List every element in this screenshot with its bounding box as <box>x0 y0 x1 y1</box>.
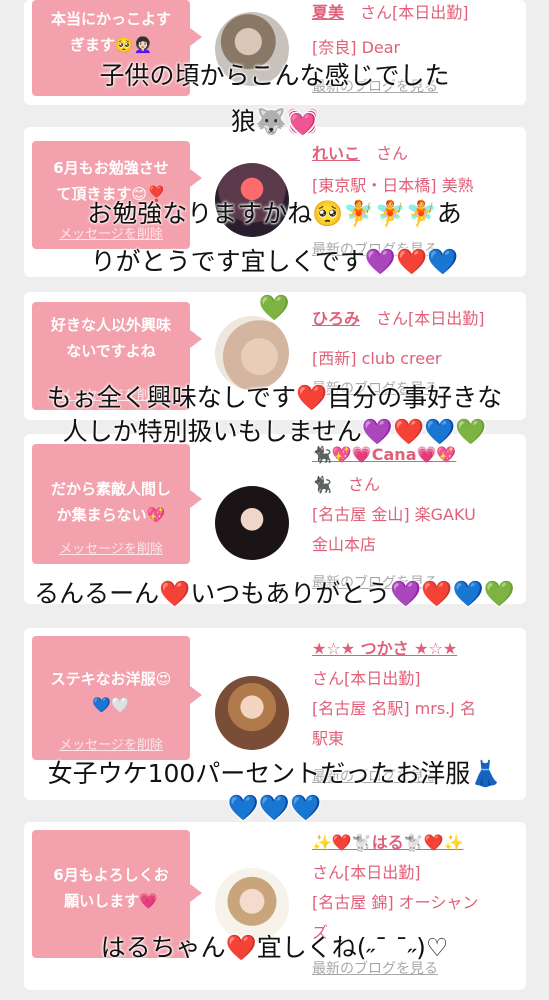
message-text: ステキなお洋服😍 💙🤍 <box>50 670 172 714</box>
reply-text: 狼🐺💓 <box>230 107 319 136</box>
bubble-tail <box>190 28 202 46</box>
avatar[interactable] <box>215 486 289 560</box>
message-bubble: 6月もお勉強させ て頂きます😊❣️ メッセージを削除 <box>32 141 202 249</box>
profile-info: れいこ さん [東京駅・日本橋] 美熟 <box>312 139 520 201</box>
san-label: さん <box>312 669 345 688</box>
area-label: [名古屋 名駅] mrs.J 名 駅東 <box>312 699 477 748</box>
bubble-tail <box>190 686 202 704</box>
avatar[interactable] <box>215 316 289 390</box>
reply-text: 人しか特別扱いもしません💜❤️💙💚 <box>62 417 487 446</box>
bubble-tail <box>190 169 202 187</box>
message-bubble: ステキなお洋服😍 💙🤍 メッセージを削除 <box>32 636 202 760</box>
san-label: さん <box>347 475 380 494</box>
reply-text: お勉強なりますかね🥺🧚🧚🧚あ <box>87 199 462 228</box>
status-label: [本日出勤] <box>392 3 469 22</box>
status-label: [本日出勤] <box>344 863 421 882</box>
san-label: さん <box>312 863 345 882</box>
reply-text: るんるーん❤️いつもありがとう💜❤️💙💚 <box>34 579 515 608</box>
message-text: 本当にかっこよす ぎます🥺👩🏻‍🦱 <box>50 10 171 54</box>
reply-text: りがとうです宜しくです💜❤️💙 <box>90 247 459 276</box>
bubble-tail <box>190 884 202 902</box>
delete-message-link[interactable]: メッセージを削除 <box>32 542 190 558</box>
area-label: [西新] club creer <box>312 349 442 368</box>
profile-name[interactable]: ✨❤️🐩はる🐩❤️✨ <box>312 833 464 852</box>
status-label: [本日出勤] <box>344 669 421 688</box>
avatar[interactable] <box>215 676 289 750</box>
bubble-tail <box>190 490 202 508</box>
reply-text: 女子ウケ100パーセントだったお洋服👗 <box>47 759 502 788</box>
reply-text: 💙💙💙 <box>227 793 322 822</box>
message-bubble: だから素敵人間し か集まらない💖 メッセージを削除 <box>32 444 202 564</box>
profile-info: 夏美 さん[本日出勤] [奈良] Dear <box>312 0 520 63</box>
profile-name[interactable]: れいこ <box>312 144 360 163</box>
name-suffix: 🐈‍⬛ <box>312 475 332 494</box>
reply-text: 子供の頃からこんな感じでした <box>99 61 450 90</box>
profile-name[interactable]: 夏美 <box>312 3 344 22</box>
message-text: だから素敵人間し か集まらない💖 <box>50 480 171 524</box>
san-label: さん <box>360 3 393 22</box>
reply-text: 💚 <box>258 293 291 322</box>
profile-info: 🐈‍⬛💖💗Cana💗💖 🐈‍⬛ さん [名古屋 金山] 楽GAKU 金山本店 <box>312 440 520 560</box>
san-label: さん <box>376 144 409 163</box>
area-label: [名古屋 金山] 楽GAKU 金山本店 <box>312 505 476 554</box>
bubble-tail <box>190 330 202 348</box>
reply-text: もぉ全く興味なしです❤️自分の事好きな <box>46 383 503 412</box>
reply-text: はるちゃん❤️宜しくね(˶¯ ¯˶)♡ <box>100 933 449 962</box>
message-text: 6月もよろしくお 願いします💗 <box>53 866 169 910</box>
profile-name[interactable]: ★☆★ つかさ ★☆★ <box>312 639 457 658</box>
delete-message-link[interactable]: メッセージを削除 <box>32 738 190 754</box>
profile-info: ★☆★ つかさ ★☆★ さん[本日出勤] [名古屋 名駅] mrs.J 名 駅東 <box>312 634 520 754</box>
